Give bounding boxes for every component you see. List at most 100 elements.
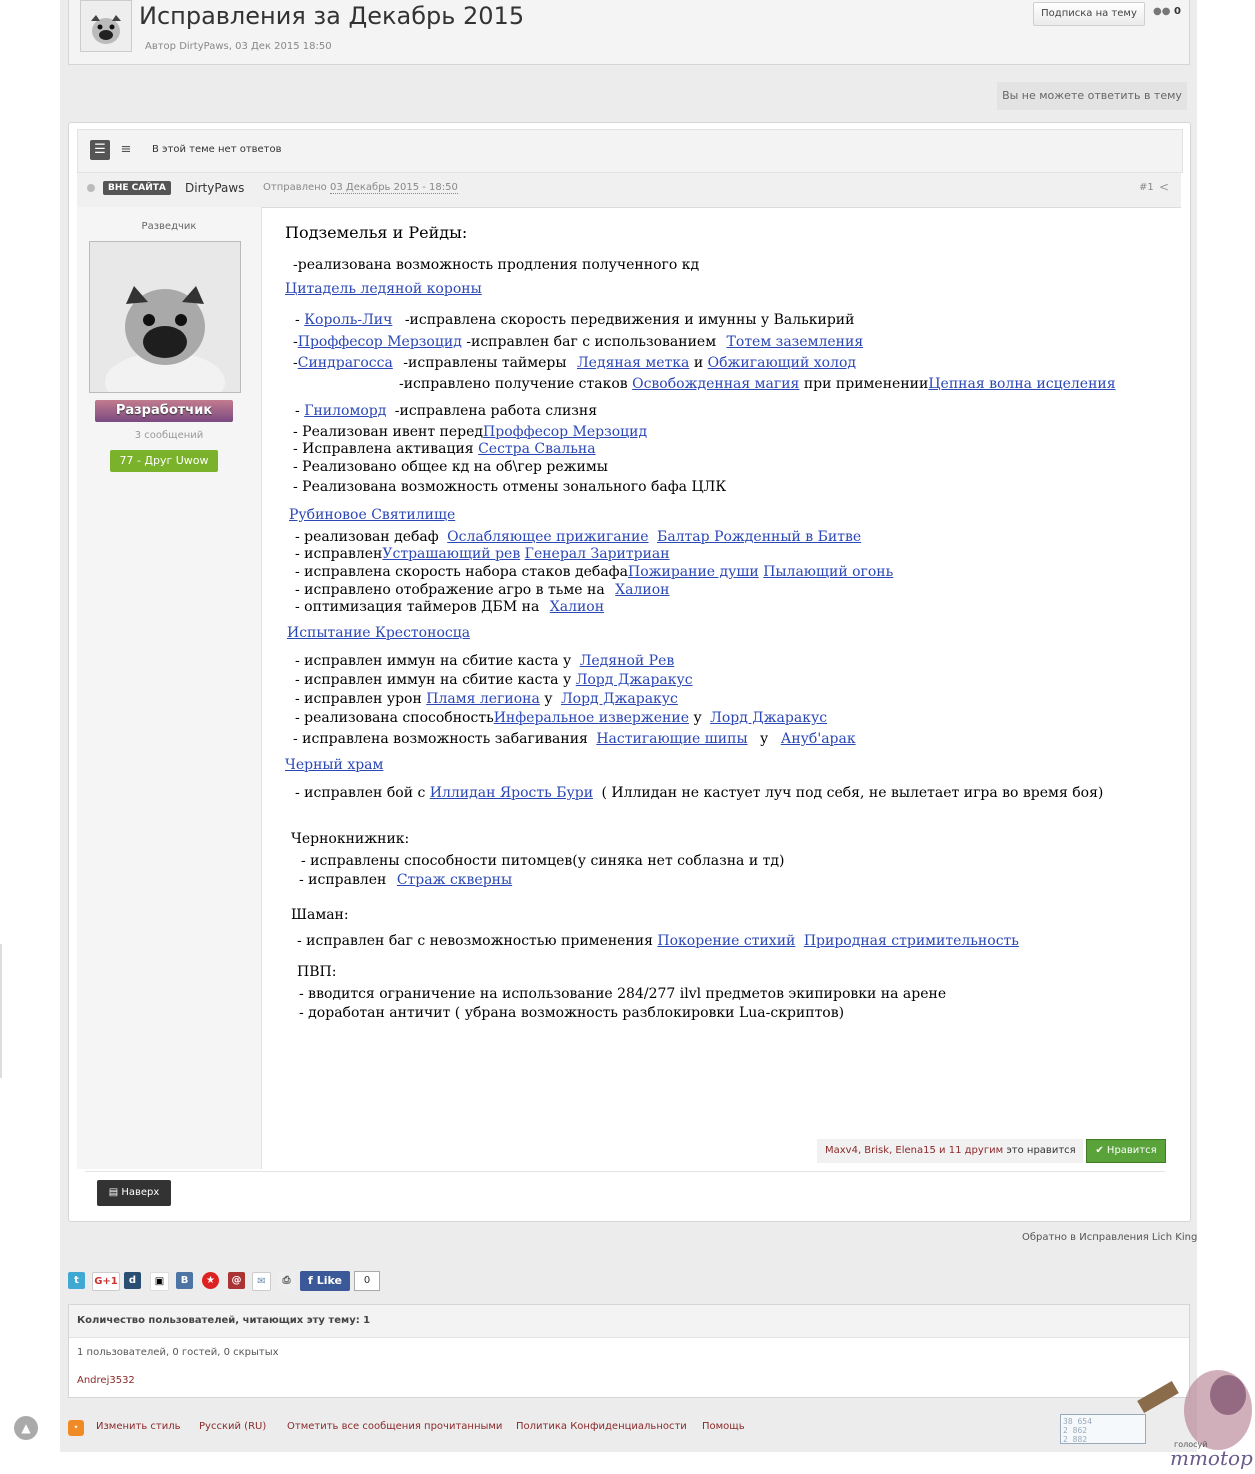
- link-grounding-totem[interactable]: Тотем заземления: [727, 334, 864, 350]
- text: - оптимизация таймеров ДБМ на: [295, 599, 540, 615]
- link-zarithrian[interactable]: Генерал Заритриан: [525, 546, 670, 562]
- star-icon[interactable]: ★: [202, 1272, 219, 1289]
- link-elemental-mastery[interactable]: Покорение стихий: [657, 933, 795, 949]
- link-unchained-magic[interactable]: Освобожденная магия: [632, 376, 799, 392]
- link-icc[interactable]: Цитадель ледяной короны: [285, 281, 482, 297]
- content-line: - Реализован ивент передПроффесор Мерзоц…: [293, 424, 647, 440]
- text: - исправлен иммун на сбитие каста у: [295, 672, 572, 688]
- author-avatar-small[interactable]: [80, 0, 132, 52]
- footer-link-change-style[interactable]: Изменить стиль: [96, 1421, 181, 1432]
- mailru-icon[interactable]: @: [228, 1272, 245, 1289]
- link-halion-2[interactable]: Халион: [550, 599, 604, 615]
- likers-names[interactable]: Maxv4, Brisk, Elena15: [825, 1145, 936, 1156]
- text: - исправлен: [299, 872, 387, 888]
- content-line: - исправленУстрашающий рев Генерал Зарит…: [295, 546, 670, 562]
- likers-others-link[interactable]: 11 другим: [949, 1145, 1003, 1156]
- post-count: 3 сообщений: [134, 430, 204, 441]
- footer-link-help[interactable]: Помощь: [702, 1421, 745, 1432]
- topic-title: Исправления за Декабрь 2015: [139, 2, 525, 30]
- footer-link-privacy[interactable]: Политика Конфиденциальности: [516, 1421, 687, 1432]
- author-avatar[interactable]: [89, 241, 241, 393]
- link-natures-swiftness[interactable]: Природная стримительность: [804, 933, 1019, 949]
- reputation-badge[interactable]: 77 - Друг Uwow: [110, 450, 218, 472]
- footer-link-language[interactable]: Русский (RU): [199, 1421, 266, 1432]
- link-fiery-combustion[interactable]: Пылающий огонь: [763, 564, 893, 580]
- link-chain-heal[interactable]: Цепная волна исцеления: [928, 376, 1115, 392]
- link-halion[interactable]: Халион: [615, 582, 669, 598]
- link-putricide-event[interactable]: Проффесор Мерзоцид: [483, 424, 647, 440]
- link-frost-beacon[interactable]: Ледяная метка: [577, 355, 689, 371]
- link-legion-flame[interactable]: Пламя легиона: [426, 691, 540, 707]
- post-number-link[interactable]: #1: [1139, 182, 1154, 193]
- scroll-to-top-icon[interactable]: ▲: [14, 1416, 38, 1440]
- link-icehowl[interactable]: Ледяной Рев: [580, 653, 675, 669]
- back-to-forum-link[interactable]: Обратно в Исправления Lich King: [1022, 1232, 1197, 1243]
- content-line: - реализована способностьИнферальное изв…: [295, 710, 827, 726]
- vk-icon[interactable]: B: [176, 1272, 193, 1289]
- no-replies-label: В этой теме нет ответов: [152, 144, 282, 155]
- topic-header: Исправления за Декабрь 2015 Автор DirtyP…: [68, 0, 1190, 65]
- content-line: - исправлена возможность забагивания Нас…: [293, 731, 856, 747]
- link-anubarak[interactable]: Ануб'арак: [781, 731, 856, 747]
- link-trial-crusader[interactable]: Испытание Крестоносца: [287, 625, 470, 641]
- link-rotface[interactable]: Гниломорд: [304, 403, 386, 419]
- link-jaraxxus-2[interactable]: Лорд Джаракус: [561, 691, 678, 707]
- google-plus-icon[interactable]: G+1: [92, 1272, 120, 1291]
- link-chilled[interactable]: Обжигающий холод: [708, 355, 856, 371]
- link-pursuing-spikes[interactable]: Настигающие шипы: [596, 731, 747, 747]
- footer-link-mark-read[interactable]: Отметить все сообщения прочитанными: [287, 1421, 502, 1432]
- mmotop-vote-banner[interactable]: голосуй mmotop: [1128, 1360, 1255, 1471]
- link-sindragosa[interactable]: Синдрагосса: [298, 355, 393, 371]
- link-intimidating-roar[interactable]: Устрашающий рев: [382, 546, 520, 562]
- email-icon[interactable]: ✉: [252, 1272, 271, 1291]
- share-icon[interactable]: <: [1159, 180, 1169, 194]
- delicious-icon[interactable]: ▣: [150, 1272, 169, 1291]
- twitter-icon[interactable]: t: [68, 1272, 85, 1289]
- content-line: - доработан античит ( убрана возможность…: [299, 1005, 845, 1021]
- dash: -: [295, 312, 300, 328]
- link-soul-consumption[interactable]: Пожирание души: [628, 564, 759, 580]
- content-line: - Гниломорд -исправлена работа слизня: [295, 403, 597, 419]
- content-line: - исправлен бой с Иллидан Ярость Бури ( …: [295, 785, 1103, 801]
- link-illidan[interactable]: Иллидан Ярость Бури: [430, 785, 593, 801]
- link-putricide[interactable]: Проффесор Мерзоцид: [298, 334, 462, 350]
- text: - исправлен баг с невозможностью примене…: [297, 933, 653, 949]
- post-footer: ▤ Наверх: [85, 1171, 1165, 1214]
- text: - исправлено отображение агро в тьме на: [295, 582, 605, 598]
- topic-toolbar: ☰ ≡ В этой теме нет ответов: [77, 129, 1183, 173]
- content-line: - Реализована возможность отмены зональн…: [293, 479, 727, 495]
- link-infernal-eruption[interactable]: Инферальное извержение: [494, 710, 689, 726]
- link-jaraxxus-3[interactable]: Лорд Джаракус: [710, 710, 827, 726]
- rss-icon[interactable]: ⋆: [68, 1420, 84, 1436]
- content-line: - реализован дебаф Ослабляющее прижигани…: [295, 529, 861, 545]
- like-button[interactable]: ✔ Нравится: [1086, 1139, 1166, 1163]
- back-to-top-button[interactable]: ▤ Наверх: [97, 1180, 171, 1206]
- top-label: Наверх: [121, 1187, 160, 1198]
- compact-view-icon[interactable]: ≡: [116, 140, 136, 160]
- reader-user-link[interactable]: Andrej3532: [77, 1375, 135, 1386]
- link-felguard[interactable]: Страж скверны: [397, 872, 512, 888]
- link-searing-light[interactable]: Ослабляющее прижигание: [447, 529, 648, 545]
- print-icon[interactable]: ⎙: [278, 1272, 295, 1289]
- text: ( Иллидан не кастует луч под себя, не вы…: [601, 785, 1104, 801]
- group-badge: Разработчик: [95, 400, 233, 422]
- facebook-like-button[interactable]: f Like: [300, 1271, 350, 1291]
- link-lich-king[interactable]: Король-Лич: [304, 312, 392, 328]
- link-svalna[interactable]: Сестра Свальна: [478, 441, 595, 457]
- content-line: - исправлен иммун на сбитие каста у Лорд…: [295, 672, 693, 688]
- content-line: Чернокнижник:: [291, 831, 410, 847]
- followers-count[interactable]: ●● 0: [1153, 6, 1181, 17]
- text: -исправлены таймеры: [403, 355, 567, 371]
- link-ruby-sanctum[interactable]: Рубиновое Святилище: [289, 507, 455, 523]
- mmotop-logo-text: mmotop: [1170, 1446, 1253, 1470]
- active-readers-box: Количество пользователей, читающих эту т…: [68, 1304, 1190, 1398]
- digg-icon[interactable]: d: [124, 1272, 141, 1289]
- subscribe-button[interactable]: Подписка на тему: [1033, 2, 1145, 26]
- full-view-icon[interactable]: ☰: [90, 140, 110, 160]
- link-jaraxxus[interactable]: Лорд Джаракус: [576, 672, 693, 688]
- posted-prefix: Отправлено: [263, 182, 327, 193]
- content-line: - Реализовано общее кд на об\гер режимы: [293, 459, 608, 475]
- link-black-temple[interactable]: Черный храм: [285, 757, 383, 773]
- link-baltharus[interactable]: Балтар Рожденный в Битве: [657, 529, 861, 545]
- post-author-link[interactable]: DirtyPaws: [185, 181, 244, 195]
